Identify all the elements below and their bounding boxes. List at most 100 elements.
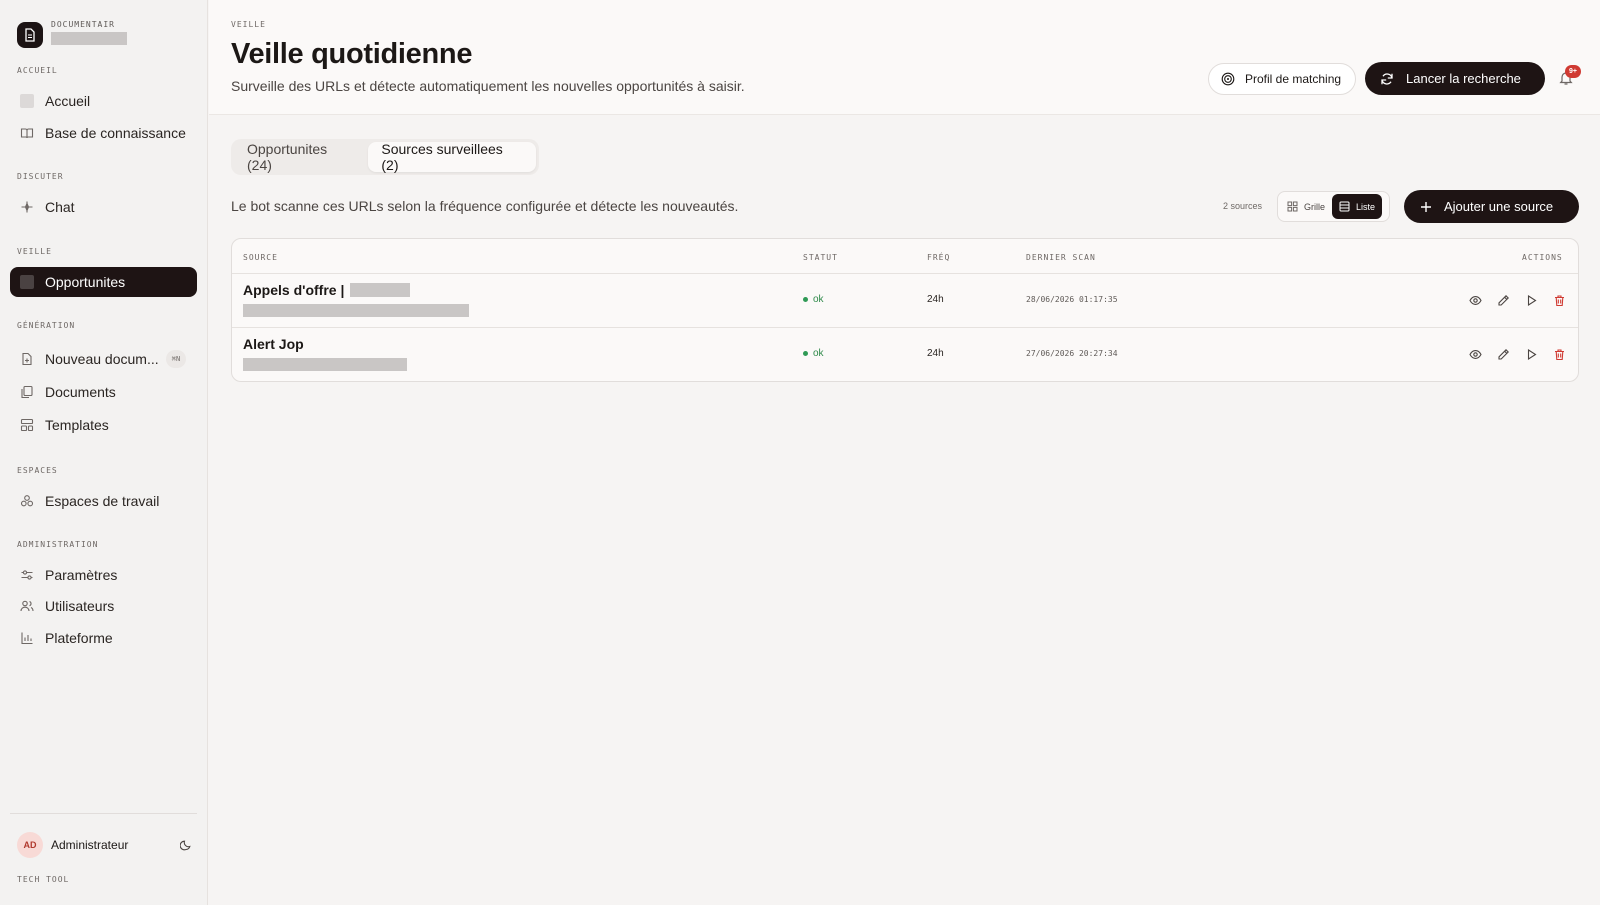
source-url-redacted xyxy=(243,358,407,371)
bar-chart-icon xyxy=(19,630,35,646)
sidebar-item-opportunites[interactable]: Opportunites xyxy=(10,267,197,297)
brand-subtitle-redacted xyxy=(51,32,127,45)
sources-count: 2 sources xyxy=(1223,201,1263,211)
moon-icon[interactable] xyxy=(180,839,192,851)
notification-badge: 9+ xyxy=(1565,65,1581,78)
pencil-icon[interactable] xyxy=(1489,291,1517,309)
last-scan: 28/06/2026 01:17:35 xyxy=(1026,295,1118,304)
sidebar-item-label: Utilisateurs xyxy=(45,598,115,614)
layout-icon xyxy=(19,417,35,433)
eye-icon[interactable] xyxy=(1461,291,1489,309)
main-content: VEILLE Veille quotidienne Surveille des … xyxy=(209,0,1600,905)
redacted-text xyxy=(350,283,411,297)
add-source-label: Ajouter une source xyxy=(1444,199,1554,214)
sidebar-item-label: Nouveau docum... xyxy=(45,351,159,367)
status-badge: ok xyxy=(803,348,824,359)
grid-view-label: Grille xyxy=(1304,201,1326,212)
trash-icon[interactable] xyxy=(1545,291,1573,309)
source-name: Alert Jop xyxy=(243,336,304,352)
copy-icon xyxy=(19,384,35,400)
profile-matching-button[interactable]: Profil de matching xyxy=(1208,63,1356,95)
sidebar: DOCUMENTAIR ACCUEIL Accueil Base de conn… xyxy=(0,0,208,905)
sidebar-item-chat[interactable]: Chat xyxy=(10,192,197,222)
sidebar-item-label: Documents xyxy=(45,384,116,400)
breadcrumb: VEILLE xyxy=(231,20,266,29)
tab-opportunites[interactable]: Opportunites (24) xyxy=(234,141,368,173)
brand[interactable]: DOCUMENTAIR xyxy=(17,20,127,50)
source-name: Appels d'offre | xyxy=(243,282,411,298)
column-frequency: FRÉQ xyxy=(927,253,951,262)
sidebar-item-platform[interactable]: Plateforme xyxy=(10,623,197,653)
sidebar-item-templates[interactable]: Templates xyxy=(10,410,197,440)
tab-sources[interactable]: Sources surveillees (2) xyxy=(368,141,536,173)
book-icon xyxy=(19,125,35,141)
sidebar-item-workspaces[interactable]: Espaces de travail xyxy=(10,486,197,516)
sidebar-item-label: Base de connaissance xyxy=(45,125,186,141)
column-source: SOURCE xyxy=(243,253,278,262)
brand-name: DOCUMENTAIR xyxy=(51,20,115,29)
sparkle-icon xyxy=(19,199,35,215)
sidebar-item-label: Espaces de travail xyxy=(45,493,160,509)
sidebar-item-label: Paramètres xyxy=(45,567,118,583)
sidebar-item-accueil[interactable]: Accueil xyxy=(10,86,197,116)
grid-view-button[interactable]: Grille xyxy=(1280,194,1332,219)
column-status: STATUT xyxy=(803,253,838,262)
target-icon xyxy=(1221,72,1235,86)
sidebar-item-new-document[interactable]: Nouveau docum... ⌘N xyxy=(10,344,197,374)
eye-icon[interactable] xyxy=(1461,345,1489,363)
plus-icon xyxy=(1420,201,1432,213)
section-accueil: ACCUEIL xyxy=(17,66,58,75)
row-actions xyxy=(1461,345,1573,363)
source-url-redacted xyxy=(243,304,469,317)
file-plus-icon xyxy=(19,351,35,367)
source-name-text: Appels d'offre | xyxy=(243,282,345,298)
grid-icon xyxy=(1287,201,1298,212)
frequency: 24h xyxy=(927,294,944,305)
status-text: ok xyxy=(813,348,824,359)
sidebar-divider xyxy=(10,813,197,814)
users-icon xyxy=(19,598,35,614)
source-name-text: Alert Jop xyxy=(243,336,304,352)
tab-bar: Opportunites (24) Sources surveillees (2… xyxy=(231,139,539,175)
run-search-button[interactable]: Lancer la recherche xyxy=(1365,62,1545,95)
play-icon[interactable] xyxy=(1517,345,1545,363)
section-veille: VEILLE xyxy=(17,247,52,256)
add-source-button[interactable]: Ajouter une source xyxy=(1404,190,1579,223)
row-actions xyxy=(1461,291,1573,309)
page-title: Veille quotidienne xyxy=(231,38,473,70)
section-espaces: ESPACES xyxy=(17,466,58,475)
sidebar-item-users[interactable]: Utilisateurs xyxy=(10,591,197,621)
view-toggle: Grille Liste xyxy=(1277,191,1390,222)
pencil-icon[interactable] xyxy=(1489,345,1517,363)
sources-description: Le bot scanne ces URLs selon la fréquenc… xyxy=(231,198,739,214)
run-search-label: Lancer la recherche xyxy=(1406,71,1521,86)
sliders-icon xyxy=(19,567,35,583)
column-actions: ACTIONS xyxy=(1522,253,1563,262)
table-row[interactable]: Appels d'offre | ok 24h 28/06/2026 01:17… xyxy=(232,274,1578,327)
status-text: ok xyxy=(813,294,824,305)
section-generation: GÉNÉRATION xyxy=(17,321,76,330)
sidebar-item-label: Templates xyxy=(45,417,109,433)
user-menu[interactable]: AD Administrateur xyxy=(17,832,192,858)
footer-label: TECH TOOL xyxy=(17,875,70,884)
status-badge: ok xyxy=(803,294,824,305)
sidebar-item-label: Plateforme xyxy=(45,630,113,646)
table-row[interactable]: Alert Jop ok 24h 27/06/2026 20:27:34 xyxy=(232,327,1578,380)
play-icon[interactable] xyxy=(1517,291,1545,309)
page-header: VEILLE Veille quotidienne Surveille des … xyxy=(209,0,1600,115)
list-view-button[interactable]: Liste xyxy=(1332,194,1383,219)
list-icon xyxy=(1339,201,1350,212)
frequency: 24h xyxy=(927,348,944,359)
workspace-icon xyxy=(19,493,35,509)
sidebar-item-settings[interactable]: Paramètres xyxy=(10,560,197,590)
sidebar-item-knowledge[interactable]: Base de connaissance xyxy=(10,118,197,148)
table-header: SOURCE STATUT FRÉQ DERNIER SCAN ACTIONS xyxy=(232,239,1578,274)
document-icon xyxy=(17,22,43,48)
section-discuter: DISCUTER xyxy=(17,172,64,181)
profile-matching-label: Profil de matching xyxy=(1245,72,1342,86)
page-subtitle: Surveille des URLs et détecte automatiqu… xyxy=(231,78,745,94)
column-last-scan: DERNIER SCAN xyxy=(1026,253,1096,262)
sidebar-item-label: Opportunites xyxy=(45,274,126,290)
trash-icon[interactable] xyxy=(1545,345,1573,363)
sidebar-item-documents[interactable]: Documents xyxy=(10,377,197,407)
